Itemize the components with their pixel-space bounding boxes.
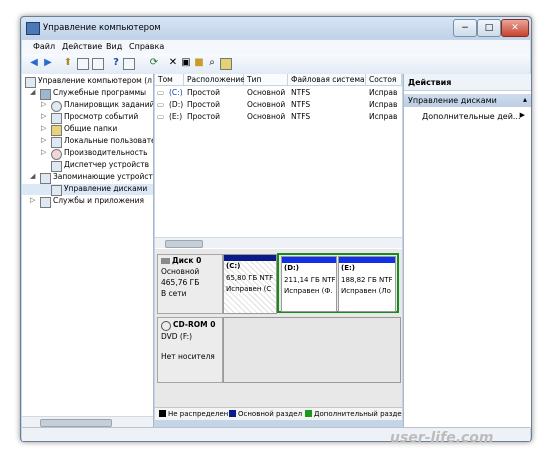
shared-folder-icon: [51, 125, 62, 136]
tools-icon: [40, 89, 51, 100]
cdrom-0-label[interactable]: CD-ROM 0 DVD (F:) Нет носителя: [157, 317, 223, 383]
expand-arrow-icon[interactable]: ▷: [41, 100, 46, 108]
collapse-arrow-icon[interactable]: ◢: [30, 172, 35, 180]
partition-d[interactable]: (D:) 211,14 ГБ NTF Исправен (Ф.: [281, 256, 337, 312]
back-icon[interactable]: ◀: [28, 57, 40, 69]
disk-icon: [161, 258, 170, 264]
properties-icon[interactable]: [92, 58, 104, 70]
delete-icon[interactable]: ✕: [167, 57, 179, 69]
toolbar: ◀ ▶ ⬆ ? ⟳ ✕ ▣ ■ ⌕: [22, 54, 530, 75]
col-header-location[interactable]: Расположение: [184, 74, 245, 86]
collapse-icon[interactable]: ▴: [523, 95, 527, 104]
table-row[interactable]: ▭ (E:) Простой Основной NTFS Исправ: [155, 112, 402, 123]
col-header-filesystem[interactable]: Файловая система: [288, 74, 366, 86]
disk-legend: Не распределен Основной раздел Дополните…: [155, 407, 402, 420]
cdrom-empty-area: [223, 317, 401, 383]
submenu-arrow-icon: ▶: [519, 111, 525, 119]
title-bar[interactable]: Управление компьютером − □ ✕: [21, 17, 531, 39]
expand-arrow-icon[interactable]: ▷: [30, 196, 35, 204]
menu-action[interactable]: Действие: [62, 42, 102, 51]
table-row[interactable]: ▭ (C:) Простой Основной NTFS Исправ: [155, 88, 402, 99]
expand-arrow-icon[interactable]: ▷: [41, 124, 46, 132]
services-icon: [40, 197, 51, 208]
drive-icon: ▭: [157, 100, 165, 109]
expand-arrow-icon[interactable]: ▷: [41, 112, 46, 120]
menu-help[interactable]: Справка: [129, 42, 164, 51]
actions-pane: Действия Управление дисками ▴ Дополнител…: [403, 74, 531, 427]
event-viewer-icon: [51, 113, 62, 124]
tree-scroll-thumb[interactable]: [40, 419, 112, 427]
window-title: Управление компьютером: [43, 23, 161, 33]
col-header-type[interactable]: Тип: [244, 74, 288, 86]
help-topic-icon[interactable]: [123, 58, 135, 70]
partition-c[interactable]: (C:) 65,80 ГБ NTF Исправен (С: [223, 254, 277, 314]
volume-list: Том Расположение Тип Файловая система Со…: [155, 74, 402, 249]
help-icon[interactable]: ?: [110, 57, 122, 69]
drive-icon: ▭: [157, 88, 165, 97]
settings-icon[interactable]: [220, 58, 232, 70]
search-icon[interactable]: ⌕: [206, 57, 218, 69]
partition-e[interactable]: (E:) 188,82 ГБ NTF Исправен (Ло: [338, 256, 396, 312]
menu-view[interactable]: Вид: [106, 42, 122, 51]
open-icon[interactable]: ▣: [180, 57, 192, 69]
tree-item-disk-management[interactable]: Управление дисками: [22, 184, 153, 196]
minimize-button[interactable]: −: [453, 19, 477, 37]
device-manager-icon: [51, 161, 62, 172]
clock-icon: [51, 101, 62, 112]
expand-arrow-icon[interactable]: ▷: [41, 136, 46, 144]
actions-header: Действия: [404, 74, 531, 91]
computer-management-window: Управление компьютером − □ ✕ Файл Действ…: [20, 16, 532, 442]
navigation-tree: Управление компьютером (л ◢ Служебные пр…: [22, 74, 154, 427]
menu-bar: Файл Действие Вид Справка: [22, 40, 530, 54]
expand-arrow-icon[interactable]: ▷: [41, 148, 46, 156]
cdrom-icon: [161, 321, 171, 331]
performance-icon: [51, 149, 62, 160]
disk-management-icon: [51, 185, 62, 196]
maximize-button[interactable]: □: [477, 19, 501, 37]
volume-scroll-thumb[interactable]: [165, 240, 203, 248]
col-header-status[interactable]: Состоя: [366, 74, 402, 86]
disk-0-label[interactable]: Диск 0 Основной 465,76 ГБ В сети: [157, 254, 223, 314]
show-tree-icon[interactable]: [77, 58, 89, 70]
folder-icon[interactable]: ■: [193, 57, 205, 69]
watermark: user-life.com: [390, 430, 494, 446]
computer-management-icon: [26, 22, 40, 35]
disk-graphic-area: Диск 0 Основной 465,76 ГБ В сети (C:) 65…: [155, 249, 402, 407]
actions-section-disk-management[interactable]: Управление дисками ▴: [404, 94, 531, 107]
legend-swatch-unallocated: [159, 410, 166, 417]
storage-icon: [40, 173, 51, 184]
legend-swatch-primary: [229, 410, 236, 417]
collapse-arrow-icon[interactable]: ◢: [30, 88, 35, 96]
volume-hscrollbar[interactable]: [155, 237, 402, 248]
drive-icon: ▭: [157, 112, 165, 121]
legend-swatch-extended: [305, 410, 312, 417]
close-button[interactable]: ✕: [501, 19, 529, 37]
computer-icon: [25, 77, 36, 88]
table-row[interactable]: ▭ (D:) Простой Основной NTFS Исправ: [155, 100, 402, 111]
tree-hscrollbar[interactable]: [22, 416, 153, 427]
forward-icon[interactable]: ▶: [42, 57, 54, 69]
users-icon: [51, 137, 62, 148]
more-actions-item[interactable]: Дополнительные дей... ▶: [404, 110, 531, 122]
col-header-volume[interactable]: Том: [155, 74, 184, 86]
up-icon[interactable]: ⬆: [62, 57, 74, 69]
refresh-icon[interactable]: ⟳: [148, 57, 160, 69]
menu-file[interactable]: Файл: [33, 42, 55, 51]
